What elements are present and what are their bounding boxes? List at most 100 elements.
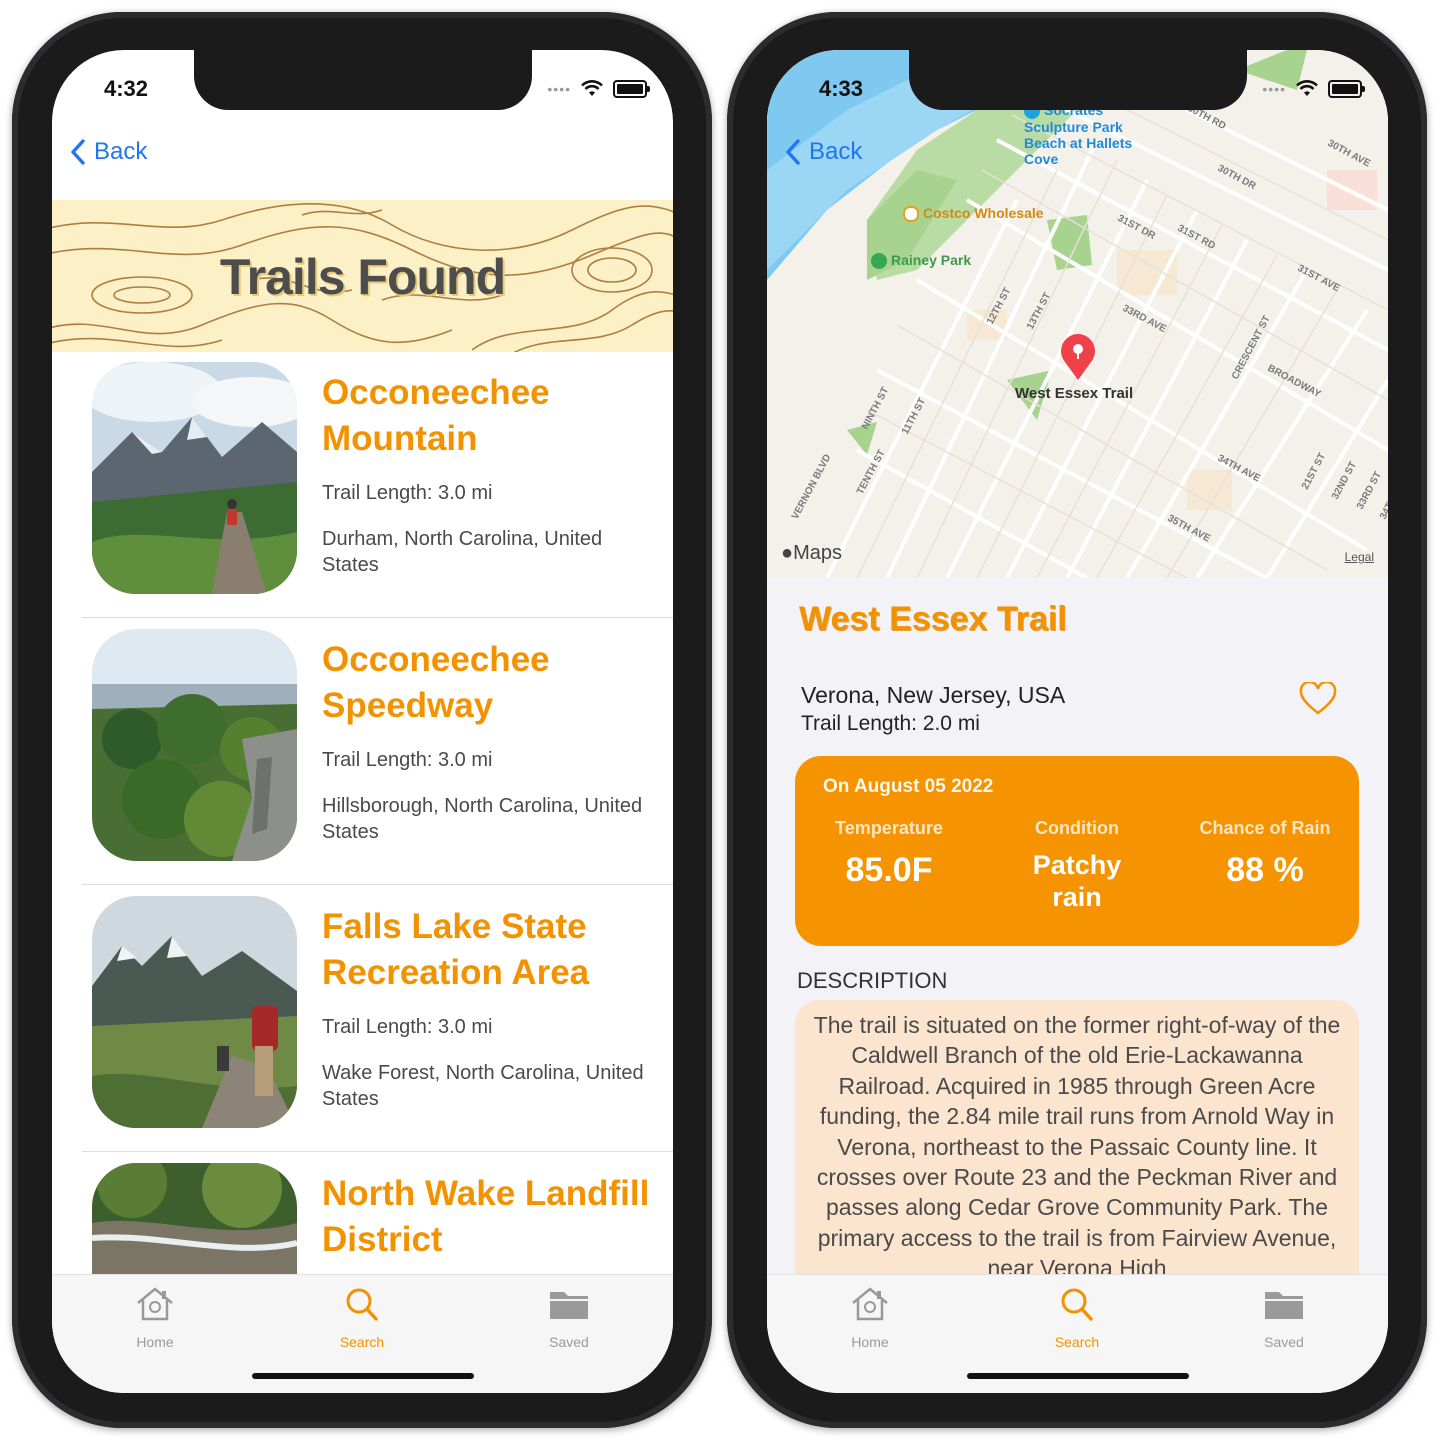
screenshot-divider <box>712 0 726 1440</box>
wifi-icon <box>581 80 603 96</box>
notch <box>909 50 1247 110</box>
trail-length: Trail Length: 3.0 mi <box>322 749 493 771</box>
location-pin-icon <box>1061 334 1095 380</box>
house-icon <box>852 1287 888 1321</box>
back-button[interactable]: Back <box>70 138 147 166</box>
page-title: Trails Found <box>219 249 506 305</box>
signal-icon: •••• <box>1262 81 1286 97</box>
tab-label: Home <box>136 1334 174 1350</box>
phone-left: 4:32 •••• Back Trails Found Occoneechee … <box>12 12 712 1428</box>
condition-label: Condition <box>1035 818 1119 838</box>
trails-found-screen: 4:32 •••• Back Trails Found Occoneechee … <box>52 50 673 1393</box>
tab-label: Home <box>851 1334 889 1350</box>
rain-label: Chance of Rain <box>1199 818 1331 838</box>
status-icons: •••• <box>547 80 650 98</box>
tab-search[interactable]: Search <box>302 1285 422 1350</box>
trail-row[interactable]: Occoneechee Speedway Trail Length: 3.0 m… <box>82 619 673 885</box>
map-view[interactable]: 30TH RD 30TH AVE 30TH DR 31ST DR 31ST RD… <box>767 50 1388 578</box>
status-time: 4:33 <box>819 76 864 101</box>
trail-length: Trail Length: 2.0 mi <box>801 712 980 735</box>
condition-value: Patchy rain <box>1032 850 1122 912</box>
maps-brand: ●Maps <box>781 542 842 565</box>
tab-label: Search <box>1054 1334 1100 1350</box>
phone-right: 4:33 •••• 30TH RD 30TH AVE 30TH DR 31ST … <box>727 12 1427 1428</box>
tab-saved[interactable]: Saved <box>509 1285 629 1350</box>
weather-date: On August 05 2022 <box>823 776 994 797</box>
trail-row[interactable]: North Wake Landfill District <box>82 1153 673 1277</box>
trail-name: Occoneechee Speedway <box>322 640 550 725</box>
description-box[interactable]: The trail is situated on the former righ… <box>795 1000 1359 1300</box>
search-icon <box>346 1288 378 1321</box>
temperature-value: 85.0F <box>845 851 933 889</box>
trail-title: West Essex Trail <box>799 600 1067 638</box>
heart-icon <box>1299 680 1337 715</box>
description-heading: DESCRIPTION <box>797 968 948 993</box>
notch <box>194 50 532 110</box>
poi-label[interactable]: Socrates Sculpture Park Beach at Hallets… <box>1024 102 1144 167</box>
tab-home[interactable]: Home <box>95 1285 215 1350</box>
status-time: 4:32 <box>104 76 149 101</box>
battery-icon <box>613 80 650 98</box>
tab-saved[interactable]: Saved <box>1224 1285 1344 1350</box>
poi-text: Costco Wholesale <box>923 205 1044 221</box>
row-separator <box>82 617 673 618</box>
search-icon <box>1061 1288 1093 1321</box>
poi-label[interactable]: Rainey Park <box>871 252 972 270</box>
trail-detail-screen: 4:33 •••• 30TH RD 30TH AVE 30TH DR 31ST … <box>767 50 1388 1393</box>
tab-label: Saved <box>1264 1334 1304 1350</box>
rain-column: Chance of Rain 88 % <box>1171 818 1359 890</box>
pin-label: West Essex Trail <box>1015 385 1134 402</box>
favorite-button[interactable] <box>1299 680 1337 721</box>
row-separator <box>82 884 673 885</box>
signal-icon: •••• <box>547 81 571 97</box>
condition-column: Condition Patchy rain <box>983 818 1171 913</box>
store-icon <box>903 206 919 223</box>
trail-name: Occoneechee Mountain <box>322 373 550 458</box>
park-icon <box>871 253 887 270</box>
back-label: Back <box>94 138 148 165</box>
temperature-label: Temperature <box>835 818 943 838</box>
folder-icon <box>550 1292 588 1319</box>
home-indicator <box>967 1373 1189 1379</box>
poi-text: Socrates Sculpture Park Beach at Hallets… <box>1024 102 1133 168</box>
tab-search[interactable]: Search <box>1017 1285 1137 1350</box>
chevron-left-icon <box>71 139 85 165</box>
trail-list: Occoneechee Mountain Trail Length: 3.0 m… <box>52 352 673 1277</box>
chevron-left-icon <box>786 139 800 165</box>
trail-location: Wake Forest, North Carolina, United Stat… <box>322 1062 644 1110</box>
maps-brand-text: Maps <box>793 542 842 564</box>
trail-location: Hillsborough, North Carolina, United Sta… <box>322 795 643 843</box>
house-icon <box>137 1287 173 1321</box>
temperature-column: Temperature 85.0F <box>795 818 983 890</box>
trail-photo <box>92 362 297 594</box>
home-indicator <box>252 1373 474 1379</box>
trail-length: Trail Length: 3.0 mi <box>322 482 493 504</box>
row-separator <box>82 1151 673 1152</box>
trail-photo <box>92 1163 297 1277</box>
trail-row[interactable]: Occoneechee Mountain Trail Length: 3.0 m… <box>82 352 673 618</box>
trail-photo <box>92 629 297 861</box>
wifi-icon <box>1296 80 1318 96</box>
trail-name: Falls Lake State Recreation Area <box>322 907 590 992</box>
tab-label: Saved <box>549 1334 589 1350</box>
trail-name: North Wake Landfill District <box>322 1174 650 1259</box>
map-pin[interactable] <box>1057 332 1099 387</box>
header-banner: Trails Found <box>52 200 673 352</box>
poi-label[interactable]: Costco Wholesale <box>903 205 1044 223</box>
status-icons: •••• <box>1262 80 1365 98</box>
back-button[interactable]: Back <box>785 138 862 166</box>
trail-length: Trail Length: 3.0 mi <box>322 1016 493 1038</box>
tab-label: Search <box>339 1334 385 1350</box>
folder-icon <box>1265 1292 1303 1319</box>
apple-logo-icon: ● <box>781 542 794 564</box>
trail-location: Durham, North Carolina, United States <box>322 528 603 576</box>
trail-row[interactable]: Falls Lake State Recreation Area Trail L… <box>82 886 673 1152</box>
poi-text: Rainey Park <box>891 252 972 268</box>
trail-photo <box>92 896 297 1128</box>
back-label: Back <box>809 138 863 165</box>
trail-location: Verona, New Jersey, USA <box>801 682 1066 708</box>
legal-link[interactable]: Legal <box>1345 550 1374 564</box>
weather-card: On August 05 2022 Temperature 85.0F Cond… <box>795 756 1359 946</box>
battery-icon <box>1328 80 1365 98</box>
tab-home[interactable]: Home <box>810 1285 930 1350</box>
